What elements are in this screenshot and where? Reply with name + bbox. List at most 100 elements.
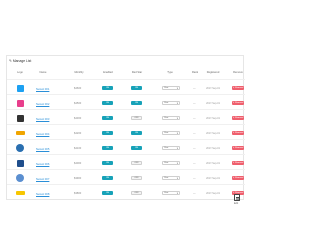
b-logo	[15, 113, 25, 123]
row-registered-date: 2017-Sep-01	[206, 116, 220, 120]
remove-button[interactable]: ✕ Remove	[232, 130, 244, 135]
type-select[interactable]: Eco ▾	[162, 85, 180, 90]
enabled-toggle[interactable]: ON	[102, 145, 113, 150]
type-select[interactable]: Eco ▾	[162, 115, 180, 120]
col-remove: Remove	[233, 71, 243, 74]
round-logo	[15, 173, 25, 183]
row-rank: —	[193, 146, 196, 150]
row-name-link[interactable]: Netsol 007	[36, 177, 49, 181]
yellow-logo	[15, 188, 25, 198]
chevron-down-icon: ▾	[176, 102, 178, 105]
redstar-toggle[interactable]: OFF	[131, 115, 142, 120]
remove-label: Remove	[235, 146, 244, 149]
remove-label: Remove	[235, 161, 244, 164]
type-select-value: Eco	[164, 132, 169, 135]
enabled-toggle[interactable]: ON	[102, 100, 113, 105]
col-registered: Registered	[206, 71, 220, 74]
type-select-value: Eco	[164, 177, 169, 180]
row-rank: —	[193, 161, 196, 165]
yellow-logo-mark	[15, 191, 25, 195]
colorful-logo	[15, 98, 25, 108]
redstar-toggle[interactable]: ON	[131, 100, 142, 105]
type-select[interactable]: Eco ▾	[162, 145, 180, 150]
type-select[interactable]: Eco ▾	[162, 100, 180, 105]
round-logo-mark	[16, 174, 24, 182]
row-name-link[interactable]: Netsol 002	[36, 102, 49, 106]
redstar-toggle[interactable]: ON	[131, 130, 142, 135]
col-monthly: Monthly	[74, 71, 84, 74]
type-select-value: Eco	[164, 192, 169, 195]
row-rank: —	[193, 191, 196, 195]
remove-label: Remove	[235, 131, 244, 134]
row-monthly: $4300	[74, 116, 82, 120]
table-header: Logo Name Monthly Enabled Red Star Type …	[7, 71, 245, 77]
enabled-toggle[interactable]: ON	[102, 190, 113, 195]
type-select-value: Eco	[164, 162, 169, 165]
remove-button[interactable]: ✕ Remove	[232, 85, 244, 90]
row-name-link[interactable]: Netsol 005	[36, 147, 49, 151]
chevron-down-icon: ▾	[176, 147, 178, 150]
col-rank: Rank	[191, 71, 199, 74]
enabled-toggle[interactable]: ON	[102, 115, 113, 120]
chevron-down-icon: ▾	[176, 132, 178, 135]
bar-logo	[15, 128, 25, 138]
twitter-logo	[15, 83, 25, 93]
remove-label: Remove	[235, 176, 244, 179]
panel-title: ✎Manage List	[9, 59, 31, 63]
redstar-toggle[interactable]: OFF	[131, 190, 142, 195]
remove-button[interactable]: ✕ Remove	[232, 175, 244, 180]
row-registered-date: 2017-Sep-01	[206, 101, 220, 105]
redstar-toggle[interactable]: ON	[131, 145, 142, 150]
type-select[interactable]: Eco ▾	[162, 190, 180, 195]
remove-button[interactable]: ✕ Remove	[232, 100, 244, 105]
type-select-value: Eco	[164, 87, 169, 90]
colorful-logo-mark	[16, 99, 24, 107]
enabled-toggle[interactable]: ON	[102, 85, 113, 90]
row-name-link[interactable]: Netsol 008	[36, 192, 49, 196]
row-monthly: $3800	[74, 191, 82, 195]
panel-title-text: Manage List	[12, 59, 32, 63]
b-logo-mark	[16, 114, 24, 122]
remove-button[interactable]: ✕ Remove	[232, 115, 244, 120]
remove-label: Remove	[235, 101, 244, 104]
type-select-value: Eco	[164, 117, 169, 120]
enabled-toggle[interactable]: ON	[102, 130, 113, 135]
redstar-toggle[interactable]: OFF	[131, 175, 142, 180]
chevron-down-icon: ▾	[176, 177, 178, 180]
document-icon[interactable]	[234, 194, 240, 201]
row-name-link[interactable]: Netsol 004	[36, 132, 49, 136]
row-registered-date: 2017-Sep-01	[206, 161, 220, 165]
emblem-logo	[15, 158, 25, 168]
remove-button[interactable]: ✕ Remove	[232, 145, 244, 150]
row-rank: —	[193, 86, 196, 90]
col-name: Name	[39, 71, 47, 74]
row-name-link[interactable]: Netsol 001	[36, 87, 49, 91]
type-select[interactable]: Eco ▾	[162, 175, 180, 180]
type-select-value: Eco	[164, 102, 169, 105]
row-registered-date: 2017-Sep-01	[206, 176, 220, 180]
remove-label: Remove	[235, 116, 244, 119]
remove-button[interactable]: ✕ Remove	[232, 160, 244, 165]
chevron-down-icon: ▾	[176, 87, 178, 90]
redstar-toggle[interactable]: ON	[131, 85, 142, 90]
circle-logo-mark	[16, 144, 24, 152]
twitter-logo-mark	[16, 84, 24, 92]
type-select[interactable]: Eco ▾	[162, 160, 180, 165]
row-name-link[interactable]: Netsol 003	[36, 117, 49, 121]
type-select-value: Eco	[164, 147, 169, 150]
corner-label[interactable]: Edit	[234, 202, 238, 205]
row-monthly: $3900	[74, 176, 82, 180]
enabled-toggle[interactable]: ON	[102, 175, 113, 180]
row-monthly: $4600	[74, 86, 82, 90]
enabled-toggle[interactable]: ON	[102, 160, 113, 165]
row-name-link[interactable]: Netsol 006	[36, 162, 49, 166]
redstar-toggle[interactable]: OFF	[131, 160, 142, 165]
chevron-down-icon: ▾	[176, 192, 178, 195]
manage-list-panel: ✎Manage List Logo Name Monthly Enabled R…	[6, 55, 245, 200]
col-enabled: Enabled	[103, 71, 113, 74]
row-registered-date: 2017-Sep-01	[206, 146, 220, 150]
type-select[interactable]: Eco ▾	[162, 130, 180, 135]
remove-label: Remove	[235, 86, 244, 89]
bar-logo-mark	[15, 131, 25, 135]
chevron-down-icon: ▾	[176, 162, 178, 165]
